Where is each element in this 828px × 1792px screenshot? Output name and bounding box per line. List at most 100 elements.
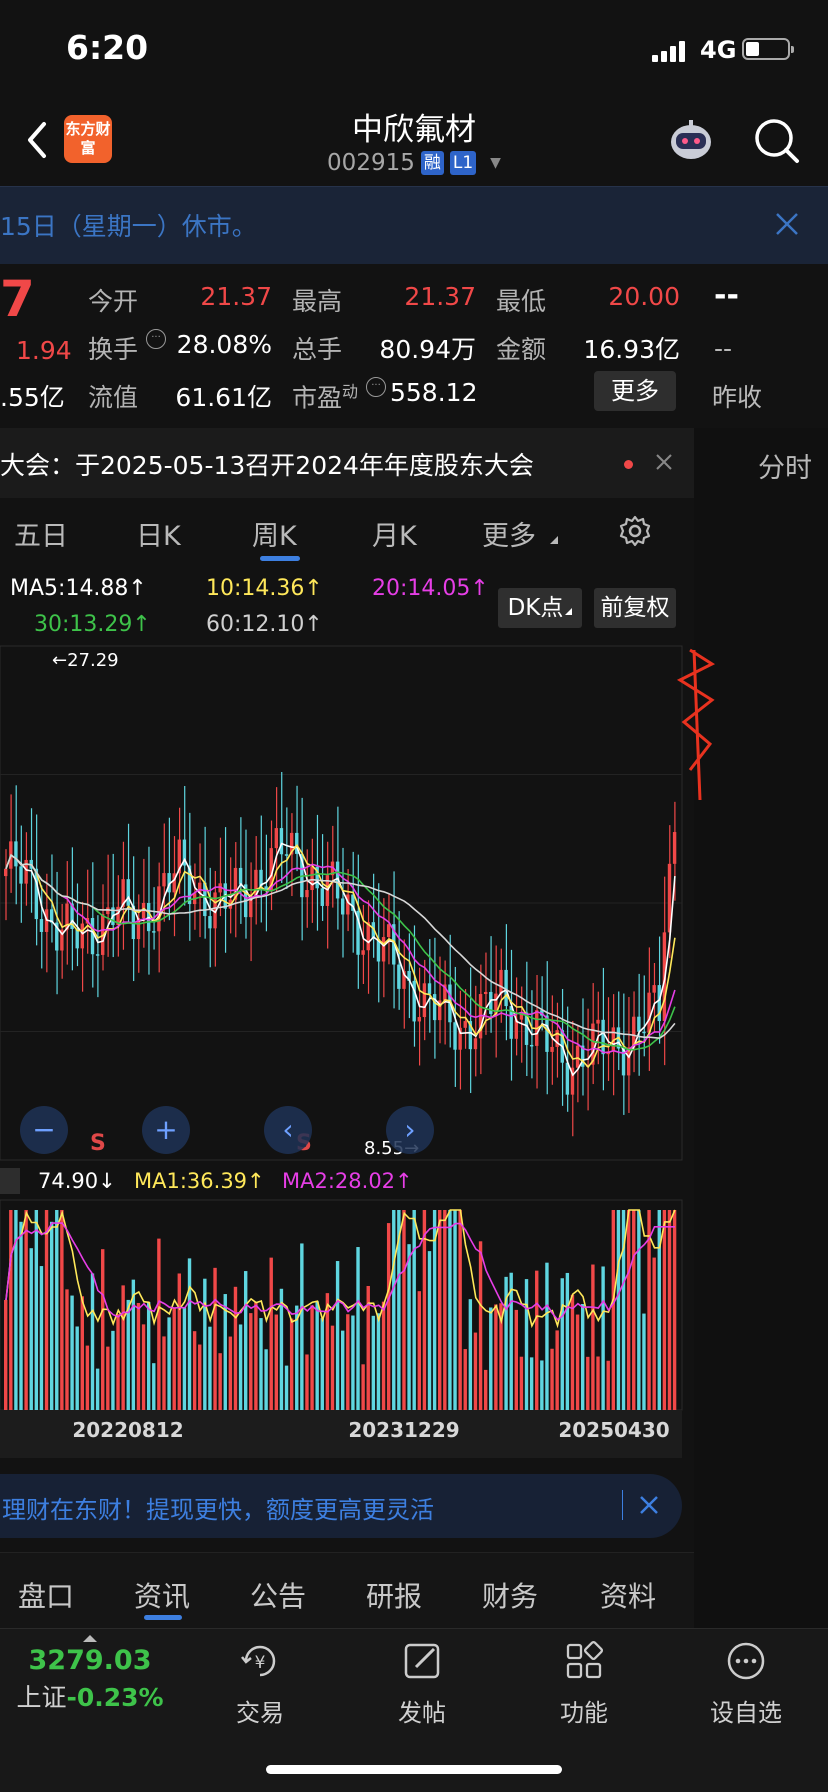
pan-left-button[interactable]: ‹ — [264, 1106, 312, 1154]
announcement-close-icon[interactable] — [654, 452, 674, 476]
tab-research[interactable]: 研报 — [366, 1575, 422, 1615]
close-icon[interactable] — [774, 211, 800, 241]
tab-profile[interactable]: 资料 — [600, 1575, 656, 1615]
volume-bar — [351, 1315, 355, 1410]
candle-body — [90, 918, 95, 955]
intraday-tab[interactable]: 分时 — [758, 446, 812, 485]
volume-bar — [269, 1257, 273, 1410]
volume-bar — [570, 1294, 575, 1410]
index-widget[interactable]: 3279.03 上证-0.23% — [0, 1645, 180, 1714]
nav-post[interactable]: 发帖 — [352, 1639, 492, 1728]
nav-watchlist[interactable]: 设自选 — [676, 1639, 816, 1728]
tab-day-k[interactable]: 日K — [136, 514, 181, 553]
volume-bar — [187, 1258, 192, 1410]
candle-body — [284, 854, 289, 856]
volume-bar — [121, 1285, 125, 1410]
svg-text:¥: ¥ — [255, 1653, 266, 1673]
volume-bar — [672, 1210, 677, 1410]
candle-body — [529, 1044, 534, 1047]
candle-body — [463, 1021, 467, 1028]
candle-body — [417, 1017, 421, 1022]
tab-week-k[interactable]: 周K — [252, 514, 297, 553]
volume-bar — [228, 1336, 233, 1410]
candle-body — [473, 1038, 478, 1050]
volume-bar — [4, 1300, 8, 1410]
volume-bar — [575, 1314, 580, 1410]
search-icon[interactable] — [752, 116, 802, 170]
news-tab-indicator — [144, 1615, 182, 1620]
nav-functions[interactable]: 功能 — [514, 1639, 654, 1728]
candle-body — [453, 1022, 457, 1050]
right-placeholder-mid: -- — [714, 334, 733, 363]
candle-body — [80, 923, 84, 949]
right-placeholder-top: -- — [714, 278, 739, 313]
dropdown-icon: ▼ — [490, 155, 501, 171]
tab-more[interactable]: 更多 — [482, 514, 536, 553]
volume-bar — [233, 1286, 238, 1410]
volume-bar — [519, 1356, 524, 1410]
settings-icon[interactable] — [618, 514, 652, 552]
volume-bar — [141, 1324, 146, 1410]
candle-body — [75, 928, 79, 949]
candle-body — [208, 916, 212, 929]
volume-bar — [652, 1257, 656, 1410]
volume-bar — [305, 1354, 309, 1410]
home-indicator — [266, 1765, 562, 1774]
high-label: 最高 — [292, 287, 343, 316]
candle-body — [657, 985, 661, 1022]
tab-news[interactable]: 资讯 — [134, 1575, 190, 1615]
volume-bar — [49, 1221, 54, 1410]
volume-bar — [44, 1210, 49, 1410]
volume-bar — [34, 1210, 39, 1410]
volume-bar — [616, 1210, 621, 1410]
status-time: 6:20 — [66, 28, 149, 67]
zoom-in-button[interactable]: + — [142, 1106, 190, 1154]
pe-dynamic-sup: 动 — [342, 382, 359, 401]
high-value: 21.37 — [404, 282, 476, 311]
volume-bar — [9, 1210, 13, 1410]
volume-bar — [438, 1210, 442, 1410]
promo-banner[interactable]: 理财在东财！提现更快，额度更高更灵活 — [0, 1474, 682, 1538]
level-tag: L1 — [449, 151, 477, 175]
volume-bar — [667, 1210, 672, 1410]
candle-body — [601, 1019, 605, 1055]
announcement-bar[interactable]: 大会：于2025-05-13召开2024年年度股东大会 — [0, 428, 694, 498]
candle-body — [152, 931, 156, 933]
volume-bar — [632, 1210, 636, 1410]
pe-info-icon[interactable]: ··· — [366, 377, 386, 397]
candle-body — [320, 888, 324, 906]
more-quote-button[interactable]: 更多 — [594, 371, 676, 411]
candle-body — [545, 1015, 549, 1052]
kline-chart[interactable]: ←27.298.55→SS−+‹›74.90↓MA1:36.39↑MA2:28.… — [0, 566, 828, 1466]
hand-annotation — [676, 648, 716, 801]
volume-bar — [172, 1308, 176, 1410]
volume-bar — [529, 1357, 534, 1410]
pan-right-button[interactable]: › — [386, 1106, 434, 1154]
robot-assistant-icon[interactable] — [666, 116, 716, 170]
float-cap-value: 61.61亿 — [175, 383, 272, 412]
volume-bar — [565, 1272, 570, 1410]
market-notice-banner[interactable]: 15日（星期一）休市。 — [0, 186, 828, 264]
zoom-out-button[interactable]: − — [20, 1106, 68, 1154]
volume-bar — [157, 1238, 161, 1410]
tab-announcements[interactable]: 公告 — [250, 1575, 306, 1615]
tab-finance[interactable]: 财务 — [482, 1575, 538, 1615]
nav-trade[interactable]: ¥ 交易 — [190, 1639, 330, 1728]
volume-bar — [427, 1251, 432, 1410]
volume-bar — [295, 1305, 299, 1410]
volume-bar — [146, 1302, 151, 1410]
candle-body — [626, 1047, 631, 1076]
tab-month-k[interactable]: 月K — [372, 514, 417, 553]
volume-bar — [162, 1336, 166, 1410]
tab-five-day[interactable]: 五日 — [14, 514, 68, 553]
volume-bar — [279, 1288, 284, 1410]
volume-bar — [310, 1305, 314, 1410]
tab-orderbook[interactable]: 盘口 — [18, 1575, 74, 1615]
edit-icon — [404, 1643, 440, 1679]
promo-close-icon[interactable] — [638, 1494, 660, 1520]
expand-up-icon[interactable] — [83, 1635, 97, 1642]
volume-bar — [116, 1314, 120, 1410]
volume-bar — [75, 1326, 79, 1410]
volume-bar — [341, 1330, 345, 1410]
candle-body — [637, 1016, 641, 1032]
